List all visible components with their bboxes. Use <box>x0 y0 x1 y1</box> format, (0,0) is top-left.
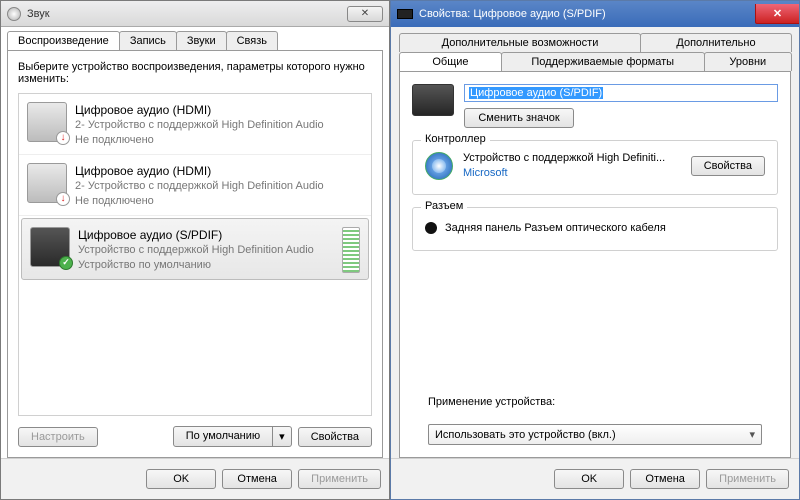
sound-window: Звук ✕ Воспроизведение Запись Звуки Связ… <box>0 0 390 500</box>
device-text: Цифровое аудио (HDMI) 2- Устройство с по… <box>75 163 324 209</box>
spdif-icon <box>397 9 413 19</box>
device-item[interactable]: Цифровое аудио (HDMI) 2- Устройство с по… <box>19 94 371 155</box>
playback-tab-body: Выберите устройство воспроизведения, пар… <box>7 50 383 458</box>
monitor-icon <box>27 102 67 142</box>
sound-title: Звук <box>27 8 50 20</box>
disconnected-badge-icon <box>56 131 70 145</box>
properties-titlebar[interactable]: Свойства: Цифровое аудио (S/PDIF) ✕ <box>391 1 799 27</box>
properties-tabs-row1: Дополнительные возможности Дополнительно <box>391 27 799 52</box>
sound-dialog-buttons: OK Отмена Применить <box>1 458 389 499</box>
properties-dialog-buttons: OK Отмена Применить <box>391 458 799 499</box>
spdif-device-icon <box>30 227 70 267</box>
ok-button[interactable]: OK <box>554 469 624 489</box>
device-name: Цифровое аудио (HDMI) <box>75 163 324 179</box>
device-name: Цифровое аудио (S/PDIF) <box>78 227 314 243</box>
tab-advanced[interactable]: Дополнительно <box>640 33 792 52</box>
device-item-selected[interactable]: Цифровое аудио (S/PDIF) Устройство с под… <box>21 218 369 280</box>
jack-group-title: Разъем <box>421 200 467 212</box>
set-default-split-button[interactable]: По умолчанию ▾ <box>173 426 292 447</box>
tab-supported-formats[interactable]: Поддерживаемые форматы <box>501 52 705 71</box>
device-usage-value: Использовать это устройство (вкл.) <box>435 429 616 441</box>
device-name-value: Цифровое аудио (S/PDIF) <box>469 87 603 99</box>
properties-window: Свойства: Цифровое аудио (S/PDIF) ✕ Допо… <box>390 0 800 500</box>
sound-tabs: Воспроизведение Запись Звуки Связь <box>1 27 389 50</box>
device-item[interactable]: Цифровое аудио (HDMI) 2- Устройство с по… <box>19 155 371 216</box>
apply-button[interactable]: Применить <box>298 469 381 489</box>
device-controller: 2- Устройство с поддержкой High Definiti… <box>75 179 324 194</box>
device-controller: 2- Устройство с поддержкой High Definiti… <box>75 118 324 133</box>
device-large-icon <box>412 84 454 116</box>
tab-enhancements[interactable]: Дополнительные возможности <box>399 33 641 52</box>
level-meter-icon <box>342 227 360 273</box>
device-name: Цифровое аудио (HDMI) <box>75 102 324 118</box>
default-badge-icon <box>59 256 73 270</box>
tab-recording[interactable]: Запись <box>119 31 177 50</box>
device-status: Не подключено <box>75 133 324 148</box>
device-list[interactable]: Цифровое аудио (HDMI) 2- Устройство с по… <box>18 93 372 416</box>
cancel-button[interactable]: Отмена <box>222 469 292 489</box>
tab-playback[interactable]: Воспроизведение <box>7 31 120 50</box>
controller-manufacturer: Microsoft <box>463 166 681 181</box>
change-icon-button[interactable]: Сменить значок <box>464 108 574 128</box>
device-text: Цифровое аудио (S/PDIF) Устройство с под… <box>78 227 314 273</box>
configure-button[interactable]: Настроить <box>18 427 98 447</box>
tab-sounds[interactable]: Звуки <box>176 31 227 50</box>
device-name-input[interactable]: Цифровое аудио (S/PDIF) <box>464 84 778 102</box>
sound-titlebar[interactable]: Звук ✕ <box>1 1 389 27</box>
tab-communications[interactable]: Связь <box>226 31 278 50</box>
controller-group-title: Контроллер <box>421 133 490 145</box>
properties-tabs-row2: Общие Поддерживаемые форматы Уровни <box>391 52 799 71</box>
sound-close-button[interactable]: ✕ <box>347 6 383 22</box>
disconnected-badge-icon <box>56 192 70 206</box>
controller-group: Контроллер Устройство с поддержкой High … <box>412 140 778 195</box>
properties-title: Свойства: Цифровое аудио (S/PDIF) <box>419 8 606 20</box>
device-status: Не подключено <box>75 194 324 209</box>
cancel-button[interactable]: Отмена <box>630 469 700 489</box>
controller-properties-button[interactable]: Свойства <box>691 156 765 176</box>
playback-lower-buttons: Настроить По умолчанию ▾ Свойства <box>18 426 372 447</box>
close-icon: ✕ <box>773 7 782 20</box>
device-name-section: Цифровое аудио (S/PDIF) Сменить значок <box>412 84 778 128</box>
device-text: Цифровое аудио (HDMI) 2- Устройство с по… <box>75 102 324 148</box>
device-status: Устройство по умолчанию <box>78 258 314 273</box>
jack-description: Задняя панель Разъем оптического кабеля <box>445 222 666 234</box>
playback-instructions: Выберите устройство воспроизведения, пар… <box>18 61 372 85</box>
chevron-down-icon: ▾ <box>279 431 285 443</box>
set-default-dropdown[interactable]: ▾ <box>273 426 292 447</box>
device-usage-combobox[interactable]: Использовать это устройство (вкл.) <box>428 424 762 445</box>
apply-button[interactable]: Применить <box>706 469 789 489</box>
sound-icon <box>7 7 21 21</box>
set-default-button[interactable]: По умолчанию <box>173 426 273 447</box>
controller-name: Устройство с поддержкой High Definiti... <box>463 151 681 166</box>
monitor-icon <box>27 163 67 203</box>
general-tab-body: Цифровое аудио (S/PDIF) Сменить значок К… <box>399 71 791 458</box>
tab-levels[interactable]: Уровни <box>704 52 792 71</box>
device-controller: Устройство с поддержкой High Definition … <box>78 243 314 258</box>
tab-general[interactable]: Общие <box>399 52 502 71</box>
controller-icon <box>425 152 453 180</box>
properties-close-button[interactable]: ✕ <box>755 4 799 24</box>
ok-button[interactable]: OK <box>146 469 216 489</box>
close-icon: ✕ <box>361 8 369 19</box>
jack-color-icon <box>425 222 437 234</box>
properties-button[interactable]: Свойства <box>298 427 372 447</box>
jack-group: Разъем Задняя панель Разъем оптического … <box>412 207 778 251</box>
device-usage-label: Применение устройства: <box>412 396 778 408</box>
